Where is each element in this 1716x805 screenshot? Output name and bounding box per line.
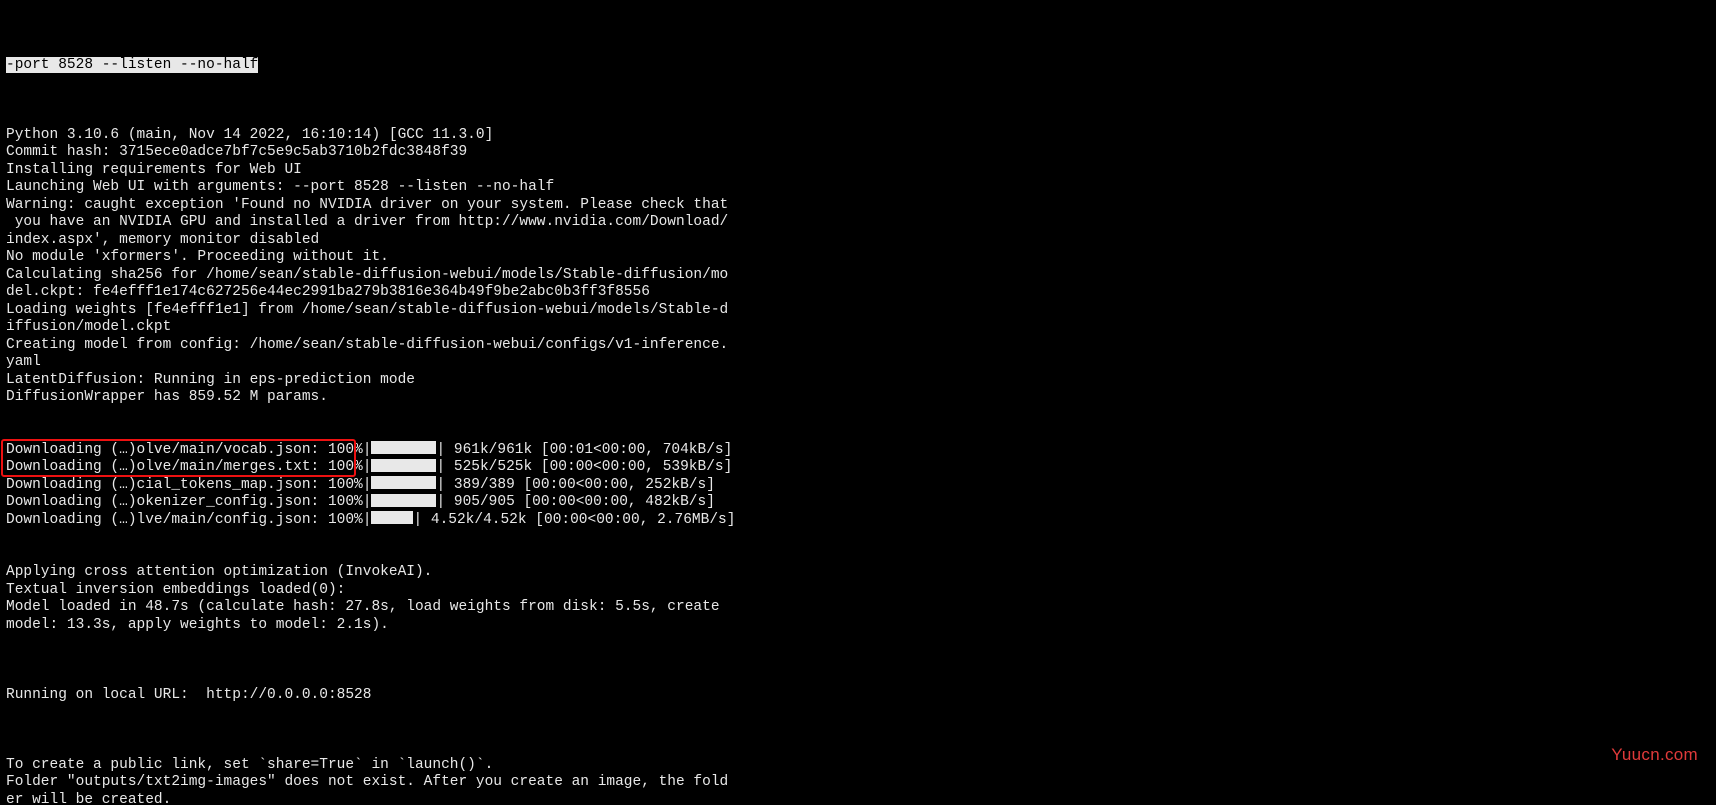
terminal-line: Loading weights [fe4efff1e1] from /home/…	[6, 302, 1710, 320]
progress-bar	[371, 494, 436, 507]
terminal-line: Installing requirements for Web UI	[6, 162, 1710, 180]
terminal-line: -port 8528 --listen --no-half	[6, 57, 1710, 75]
progress-suffix: | 4.52k/4.52k [00:00<00:00, 2.76MB/s]	[413, 512, 735, 528]
highlighted-args: -port 8528 --listen --no-half	[6, 57, 258, 73]
terminal-line: Creating model from config: /home/sean/s…	[6, 337, 1710, 355]
terminal-line: er will be created.	[6, 792, 1710, 805]
progress-prefix: Downloading (…)olve/main/vocab.json: 100…	[6, 442, 371, 458]
terminal-line: Model loaded in 48.7s (calculate hash: 2…	[6, 599, 1710, 617]
watermark: Yuucn.com	[1611, 746, 1698, 764]
terminal-line: DiffusionWrapper has 859.52 M params.	[6, 389, 1710, 407]
terminal-line: Textual inversion embeddings loaded(0):	[6, 582, 1710, 600]
terminal-line: Folder "outputs/txt2img-images" does not…	[6, 774, 1710, 792]
progress-suffix: | 961k/961k [00:01<00:00, 704kB/s]	[436, 442, 732, 458]
terminal-line: Python 3.10.6 (main, Nov 14 2022, 16:10:…	[6, 127, 1710, 145]
terminal-line: Commit hash: 3715ece0adce7bf7c5e9c5ab371…	[6, 144, 1710, 162]
terminal-line: del.ckpt: fe4efff1e174c627256e44ec2991ba…	[6, 284, 1710, 302]
progress-bar	[371, 511, 413, 524]
progress-suffix: | 905/905 [00:00<00:00, 482kB/s]	[436, 494, 714, 510]
progress-prefix: Downloading (…)olve/main/merges.txt: 100…	[6, 459, 371, 475]
progress-bar	[371, 476, 436, 489]
terminal-line: Calculating sha256 for /home/sean/stable…	[6, 267, 1710, 285]
terminal-line: iffusion/model.ckpt	[6, 319, 1710, 337]
download-progress-line: Downloading (…)okenizer_config.json: 100…	[6, 494, 1710, 512]
terminal-output[interactable]: -port 8528 --listen --no-half Python 3.1…	[0, 0, 1716, 805]
download-progress-line: Downloading (…)lve/main/config.json: 100…	[6, 512, 1710, 530]
terminal-line: To create a public link, set `share=True…	[6, 757, 1710, 775]
download-progress-line: Downloading (…)olve/main/vocab.json: 100…	[6, 442, 1710, 460]
terminal-line: Launching Web UI with arguments: --port …	[6, 179, 1710, 197]
terminal-line: you have an NVIDIA GPU and installed a d…	[6, 214, 1710, 232]
download-progress-line: Downloading (…)cial_tokens_map.json: 100…	[6, 477, 1710, 495]
progress-prefix: Downloading (…)cial_tokens_map.json: 100…	[6, 477, 371, 493]
terminal-line: LatentDiffusion: Running in eps-predicti…	[6, 372, 1710, 390]
terminal-line: Applying cross attention optimization (I…	[6, 564, 1710, 582]
terminal-line: yaml	[6, 354, 1710, 372]
terminal-line: No module 'xformers'. Proceeding without…	[6, 249, 1710, 267]
terminal-line-running-url: Running on local URL: http://0.0.0.0:852…	[6, 687, 1710, 705]
download-progress-line: Downloading (…)olve/main/merges.txt: 100…	[6, 459, 1710, 477]
progress-suffix: | 525k/525k [00:00<00:00, 539kB/s]	[436, 459, 732, 475]
progress-bar	[371, 459, 436, 472]
terminal-line: Warning: caught exception 'Found no NVID…	[6, 197, 1710, 215]
terminal-line: index.aspx', memory monitor disabled	[6, 232, 1710, 250]
progress-suffix: | 389/389 [00:00<00:00, 252kB/s]	[436, 477, 714, 493]
progress-prefix: Downloading (…)lve/main/config.json: 100…	[6, 512, 371, 528]
progress-prefix: Downloading (…)okenizer_config.json: 100…	[6, 494, 371, 510]
progress-bar	[371, 441, 436, 454]
terminal-line: model: 13.3s, apply weights to model: 2.…	[6, 617, 1710, 635]
